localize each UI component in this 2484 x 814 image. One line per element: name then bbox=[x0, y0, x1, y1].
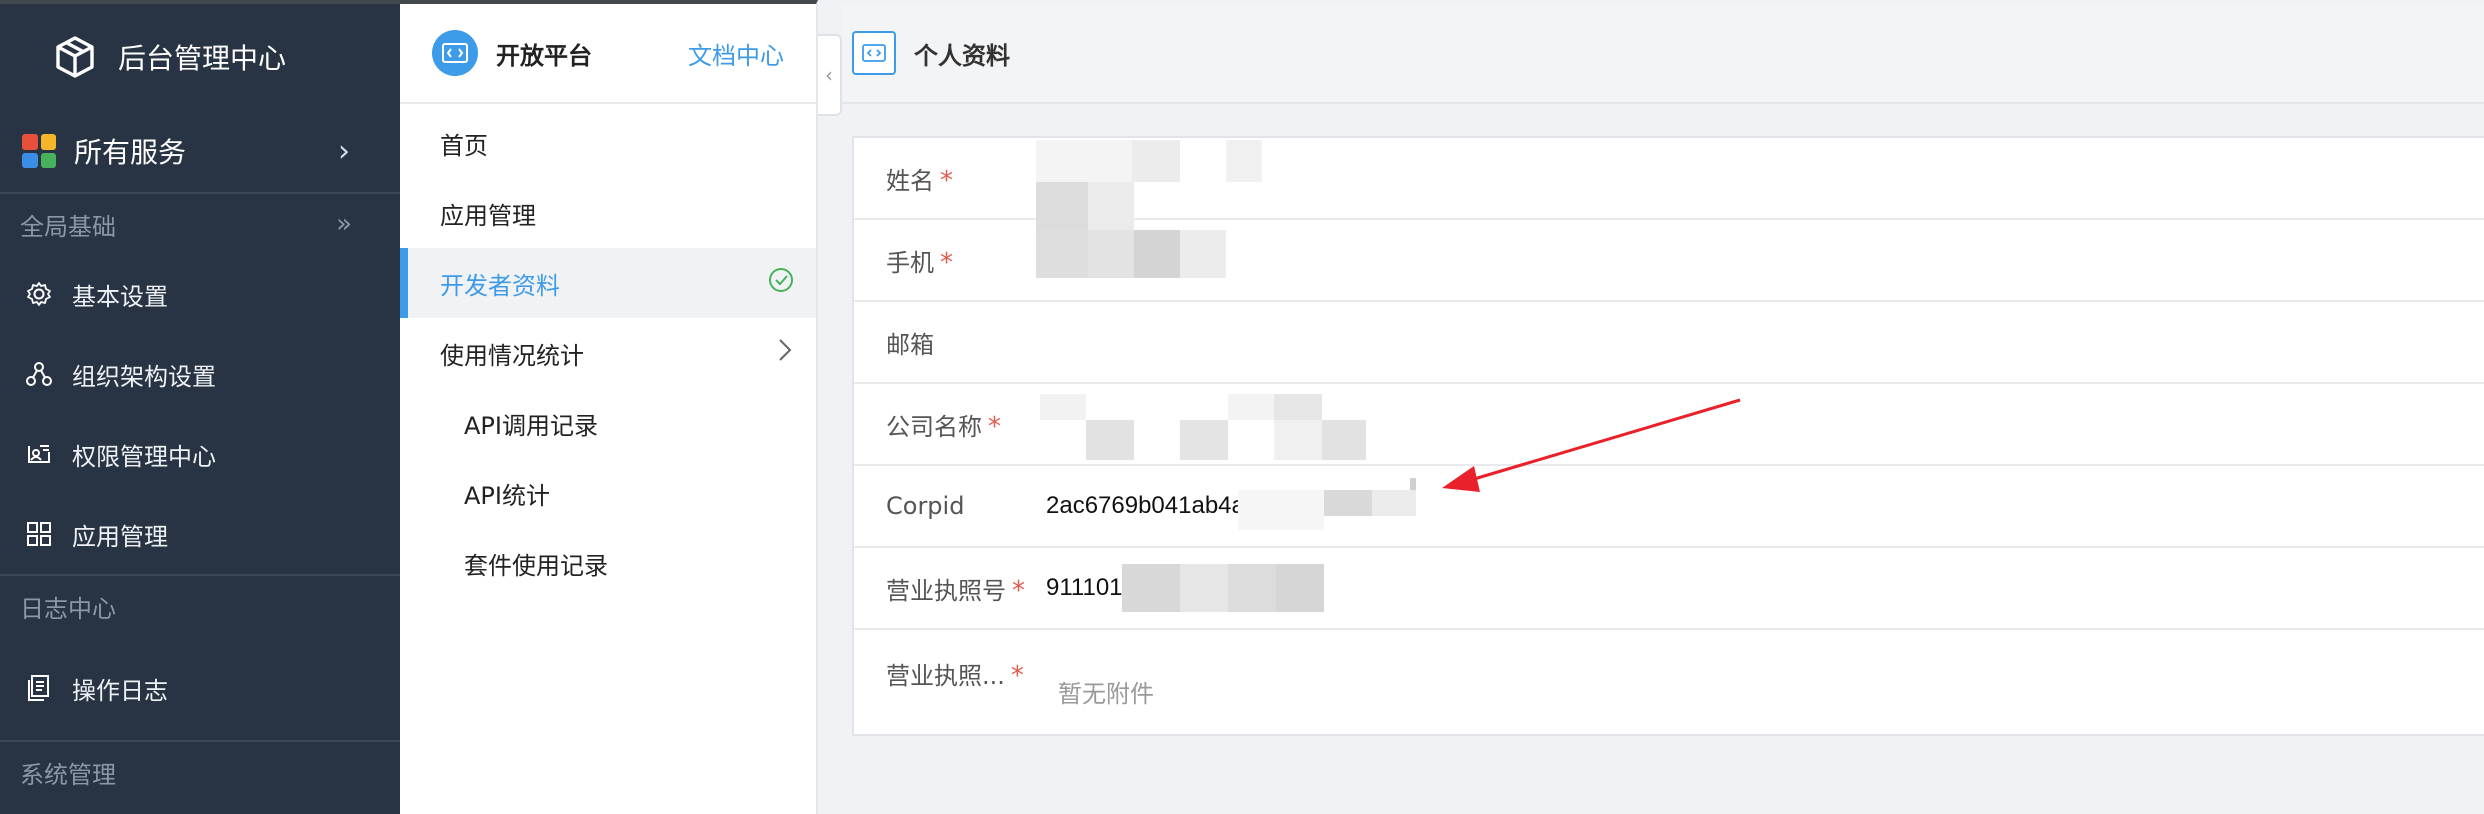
panel-item-suite-usage-log[interactable]: 套件使用记录 bbox=[400, 528, 816, 598]
panel-header: 开放平台 文档中心 bbox=[400, 4, 816, 104]
open-platform-panel: 开放平台 文档中心 首页 应用管理 开发者资料 使用情况统计 API调用记录 A… bbox=[400, 0, 818, 814]
field-label: Corpid bbox=[886, 492, 965, 520]
annotation-arrow-icon bbox=[1442, 398, 1741, 492]
org-chart-icon bbox=[24, 359, 54, 389]
cube-logo-icon bbox=[56, 36, 94, 78]
field-value-license-no: 911101 bbox=[1046, 574, 1123, 601]
field-label: 营业执照... * bbox=[886, 661, 1024, 691]
section-log-center[interactable]: 日志中心 bbox=[0, 576, 400, 636]
sidebar-item-org-structure[interactable]: 组织架构设置 bbox=[0, 334, 400, 414]
sidebar-item-app-management[interactable]: 应用管理 bbox=[0, 494, 400, 574]
code-icon bbox=[852, 31, 896, 75]
required-mark: * bbox=[988, 411, 1001, 442]
id-card-icon bbox=[24, 439, 54, 469]
sidebar-item-basic-settings[interactable]: 基本设置 bbox=[0, 254, 400, 334]
brand-title: 后台管理中心 bbox=[118, 42, 287, 75]
field-row-license-no: 营业执照号 * 911101 bbox=[854, 548, 2484, 630]
chevron-left-icon: ‹ bbox=[825, 63, 833, 87]
all-services-label: 所有服务 bbox=[74, 136, 187, 169]
field-label: 手机 * bbox=[886, 247, 953, 278]
required-mark: * bbox=[940, 165, 953, 196]
panel-item-usage-stats[interactable]: 使用情况统计 bbox=[400, 318, 816, 388]
field-label: 公司名称 * bbox=[886, 411, 1001, 442]
collapse-panel-button[interactable]: ‹ bbox=[818, 34, 842, 116]
sidebar: 后台管理中心 所有服务 › 全局基础 » 基本设置 组织架构设置 权限管理中心 bbox=[0, 0, 400, 814]
required-mark: * bbox=[1010, 661, 1024, 691]
field-value-corpid: 2ac6769b041ab4a bbox=[1046, 492, 1245, 519]
field-label: 姓名 * bbox=[886, 165, 953, 196]
panel-item-developer-profile[interactable]: 开发者资料 bbox=[400, 248, 816, 318]
grid-icon bbox=[24, 519, 54, 549]
brand[interactable]: 后台管理中心 bbox=[0, 4, 400, 110]
field-row-email: 邮箱 bbox=[854, 302, 2484, 384]
code-icon bbox=[432, 30, 478, 76]
chevron-right-icon bbox=[776, 336, 794, 370]
panel-item-api-stats[interactable]: API统计 bbox=[400, 458, 816, 528]
apps-grid-icon bbox=[22, 134, 56, 168]
document-icon bbox=[24, 673, 54, 703]
panel-item-app-management[interactable]: 应用管理 bbox=[400, 178, 816, 248]
section-system-management[interactable]: 系统管理 bbox=[0, 742, 400, 802]
all-services-menu[interactable]: 所有服务 › bbox=[0, 110, 400, 194]
panel-title: 开放平台 bbox=[496, 41, 592, 70]
field-value-attachment: 暂无附件 bbox=[1058, 680, 1154, 708]
field-row-license-attachment: 营业执照... * 暂无附件 bbox=[854, 630, 2484, 734]
gear-icon bbox=[24, 279, 54, 309]
double-chevron-right-icon[interactable]: » bbox=[336, 209, 352, 239]
required-mark: * bbox=[1012, 575, 1025, 606]
chevron-right-icon: › bbox=[338, 133, 350, 169]
panel-item-home[interactable]: 首页 bbox=[400, 108, 816, 178]
page-title: 个人资料 bbox=[914, 41, 1010, 70]
required-mark: * bbox=[940, 247, 953, 278]
check-circle-icon bbox=[768, 267, 794, 299]
panel-item-api-call-log[interactable]: API调用记录 bbox=[400, 388, 816, 458]
sidebar-item-operation-log[interactable]: 操作日志 bbox=[0, 636, 400, 740]
sidebar-item-permission-center[interactable]: 权限管理中心 bbox=[0, 414, 400, 494]
doc-center-link[interactable]: 文档中心 bbox=[688, 36, 784, 71]
field-label: 营业执照号 * bbox=[886, 575, 1025, 606]
main-header: 个人资料 bbox=[842, 4, 2484, 104]
field-label: 邮箱 bbox=[886, 330, 934, 359]
section-global-basic[interactable]: 全局基础 » bbox=[0, 194, 400, 254]
